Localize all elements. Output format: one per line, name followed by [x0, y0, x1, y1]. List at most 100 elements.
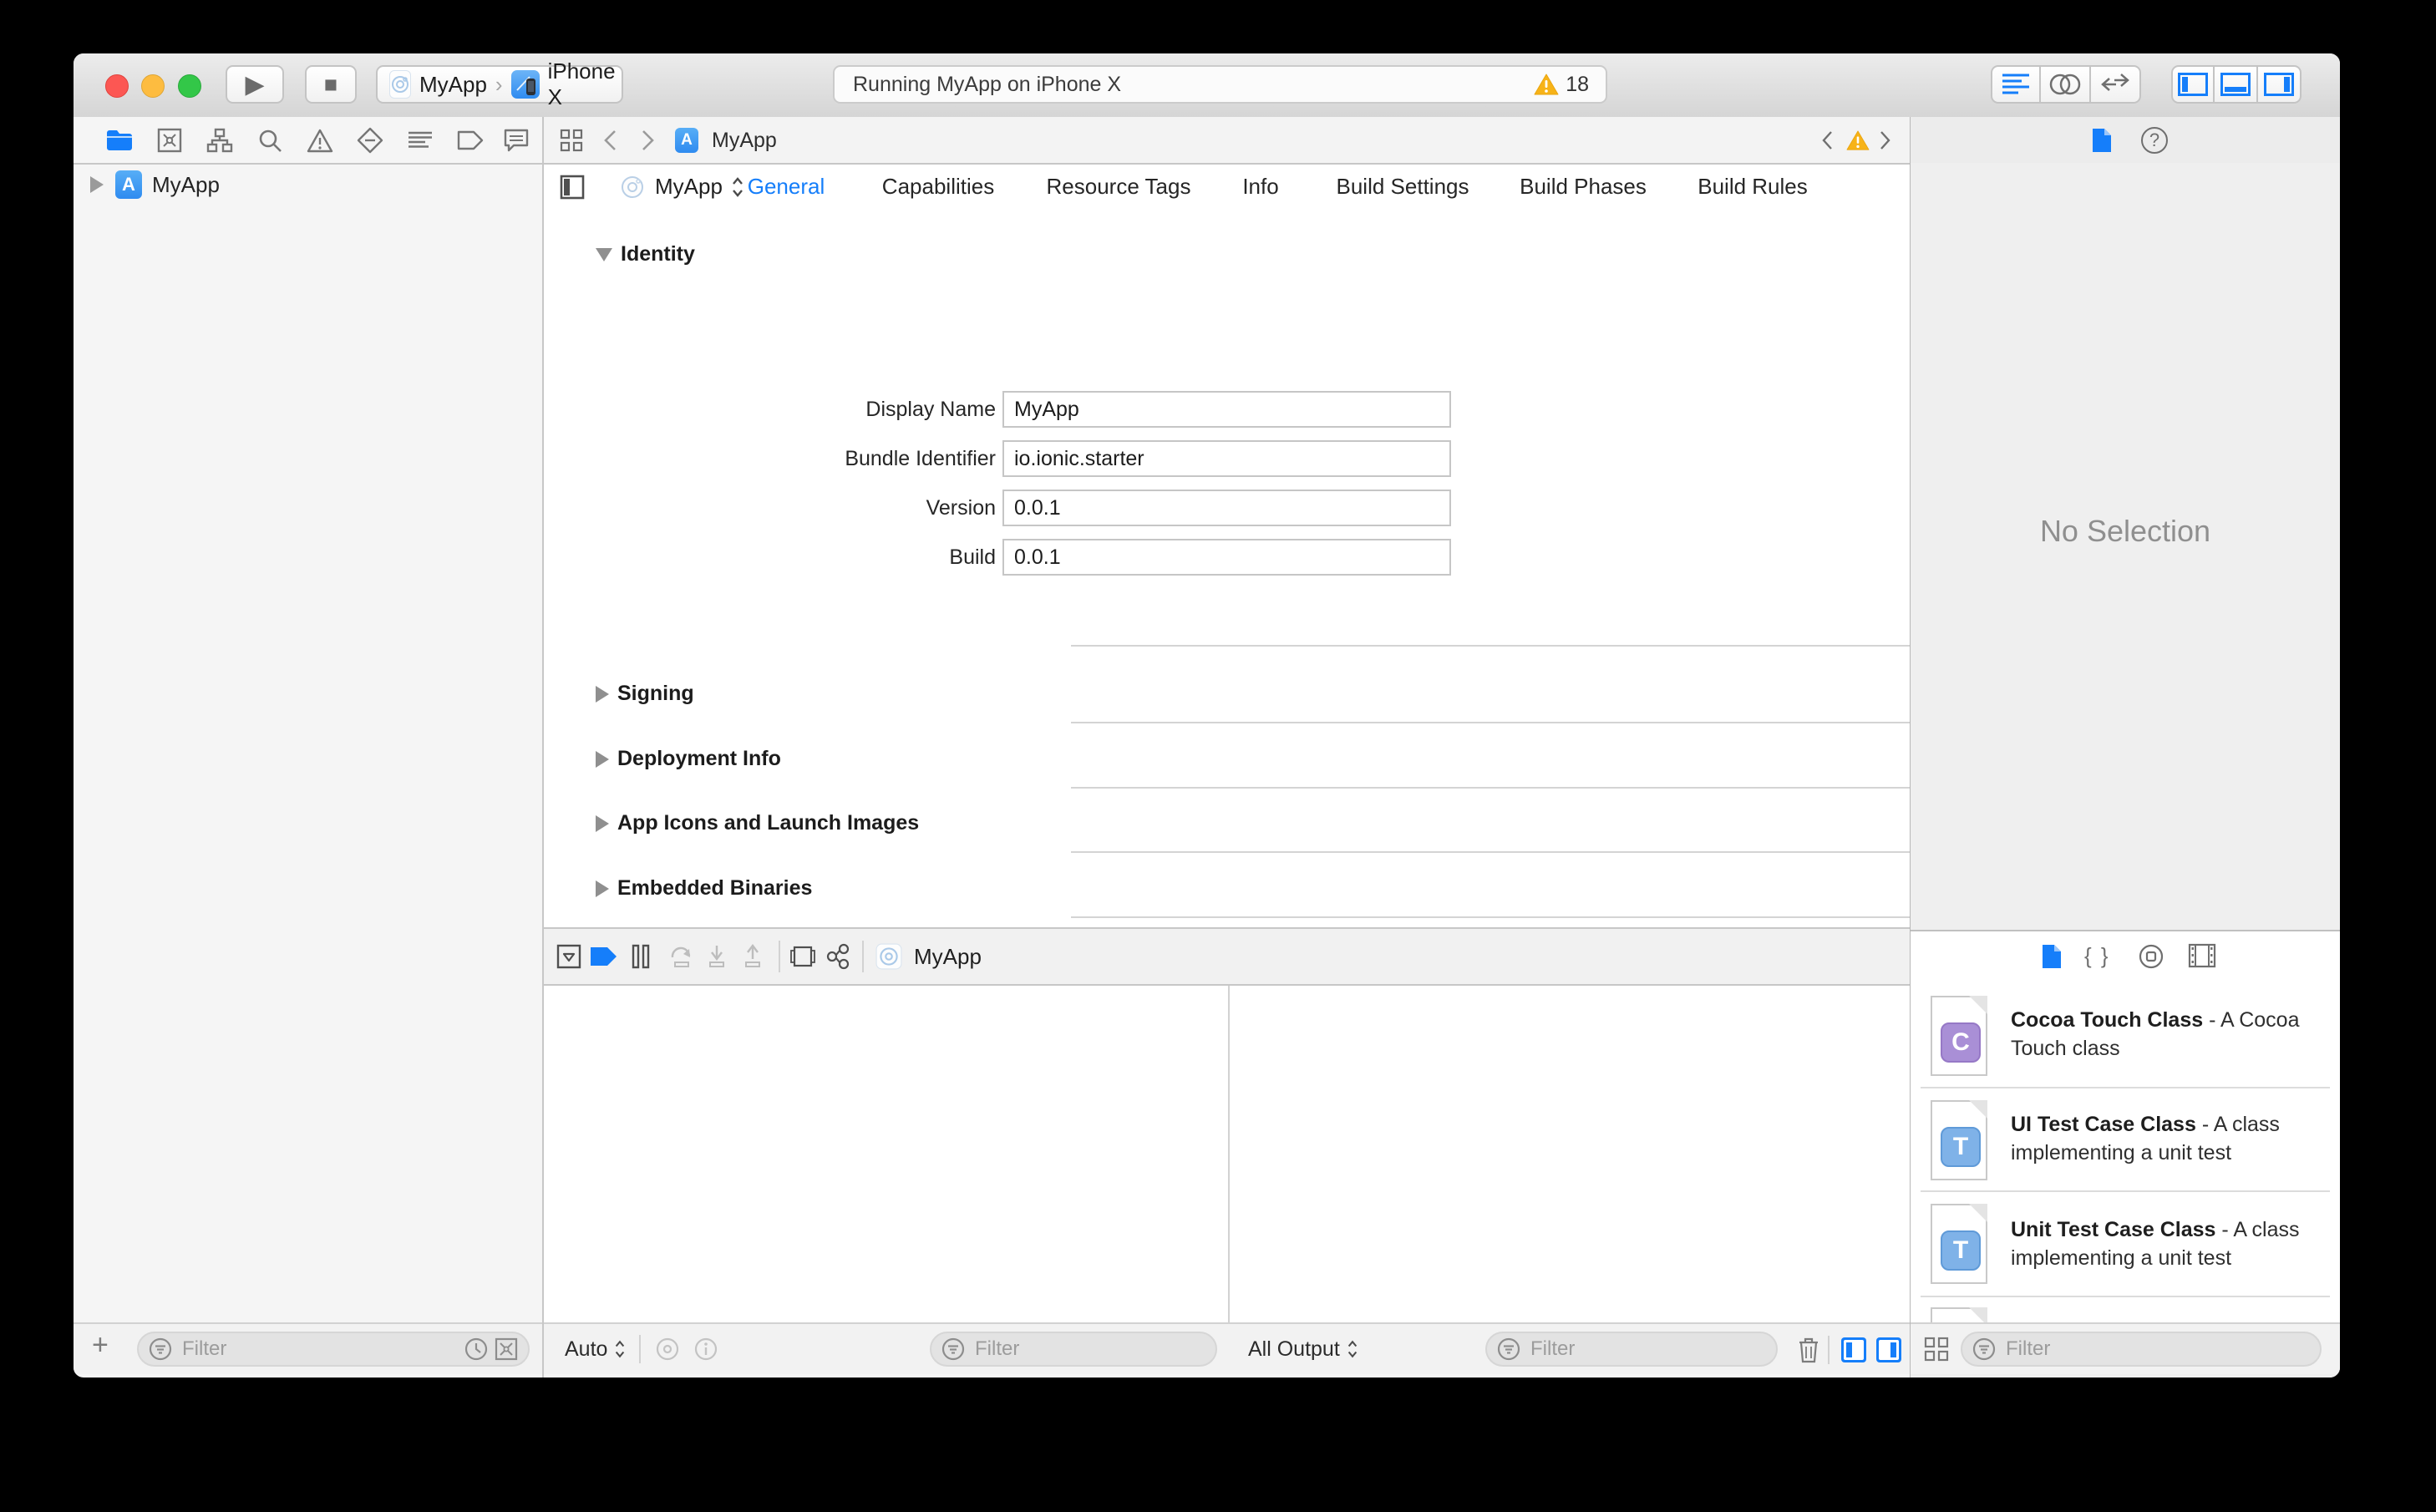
debug-bar: MyApp	[543, 929, 1911, 984]
tab-info[interactable]: Info	[1242, 165, 1278, 209]
identity-section-header[interactable]: Identity	[596, 242, 695, 266]
tab-general[interactable]: General	[748, 165, 825, 209]
project-navigator-row[interactable]: A MyApp	[74, 168, 543, 201]
deployment-info-section-header[interactable]: Deployment Info	[596, 747, 781, 771]
tab-build-phases[interactable]: Build Phases	[1520, 165, 1647, 209]
field-label: Bundle Identifier	[845, 447, 996, 470]
file-inspector-tab[interactable]	[2091, 127, 2113, 154]
issue-warning-badge[interactable]	[1846, 124, 1870, 157]
source-control-navigator-tab[interactable]	[155, 125, 185, 155]
object-library-tab[interactable]	[2138, 943, 2164, 970]
disclosure-closed-icon[interactable]	[596, 880, 609, 897]
variables-scope-selector[interactable]: Auto	[565, 1337, 626, 1362]
library-bottom-bar	[1911, 1322, 2340, 1374]
run-button[interactable]: ▶	[226, 65, 284, 104]
warning-badge[interactable]: 18	[1534, 73, 1589, 97]
file-template-library-tab[interactable]	[2041, 943, 2063, 970]
library-filter-input[interactable]	[2004, 1337, 2310, 1362]
project-navigator-tab[interactable]	[104, 125, 134, 155]
disclosure-closed-icon[interactable]	[596, 685, 609, 703]
tab-build-rules[interactable]: Build Rules	[1698, 165, 1808, 209]
version-input[interactable]	[1002, 490, 1451, 526]
step-out-button[interactable]	[742, 939, 764, 974]
report-navigator-tab[interactable]	[501, 125, 531, 155]
library-grid-view-button[interactable]	[1924, 1337, 1949, 1362]
variables-filter-field[interactable]	[930, 1332, 1217, 1367]
disclosure-closed-icon[interactable]	[596, 814, 609, 832]
tab-build-settings[interactable]: Build Settings	[1337, 165, 1469, 209]
app-icons-section-header[interactable]: App Icons and Launch Images	[596, 811, 919, 835]
go-back-button[interactable]	[603, 124, 617, 157]
console-view[interactable]	[1230, 986, 1911, 1322]
show-variables-view-button[interactable]	[1840, 1336, 1868, 1364]
disclosure-triangle-icon[interactable]	[90, 176, 104, 193]
step-over-button[interactable]	[668, 939, 695, 974]
navigator-filter-field[interactable]	[137, 1332, 530, 1367]
memory-graph-button[interactable]	[825, 939, 852, 974]
breakpoint-navigator-tab[interactable]	[455, 125, 485, 155]
debug-process-name[interactable]: MyApp	[914, 939, 982, 974]
symbol-navigator-tab[interactable]	[205, 125, 235, 155]
toggle-inspector-button[interactable]	[2258, 65, 2302, 104]
previous-issue-button[interactable]	[1821, 124, 1833, 157]
tab-resource-tags[interactable]: Resource Tags	[1047, 165, 1191, 209]
filter-icon	[1497, 1337, 1520, 1361]
show-console-button[interactable]	[1875, 1336, 1903, 1364]
test-navigator-tab[interactable]	[355, 125, 385, 155]
related-items-icon[interactable]	[560, 124, 583, 157]
console-scope-selector[interactable]: All Output	[1248, 1337, 1358, 1362]
filter-icon	[1972, 1337, 1996, 1361]
standard-editor-button[interactable]	[1991, 65, 2041, 104]
toggle-navigator-button[interactable]	[2171, 65, 2215, 104]
jumpbar-file-name[interactable]: MyApp	[712, 124, 777, 157]
source-control-status-icon[interactable]	[495, 1337, 518, 1361]
find-navigator-tab[interactable]	[255, 125, 285, 155]
issue-navigator-tab[interactable]	[305, 125, 335, 155]
bundle-identifier-input[interactable]	[1002, 440, 1451, 477]
close-window-button[interactable]	[105, 74, 129, 98]
console-filter-input[interactable]	[1529, 1337, 1766, 1362]
stop-button[interactable]: ■	[305, 65, 357, 104]
chevron-up-down-icon[interactable]	[731, 176, 744, 198]
debug-navigator-tab[interactable]	[405, 125, 435, 155]
breakpoints-toggle-button[interactable]	[589, 939, 617, 974]
library-filter-field[interactable]	[1961, 1332, 2322, 1367]
minimize-window-button[interactable]	[141, 74, 165, 98]
add-button[interactable]: +	[92, 1329, 109, 1362]
view-ui-hierarchy-button[interactable]	[790, 939, 815, 974]
step-into-button[interactable]	[706, 939, 728, 974]
navigator-filter-input[interactable]	[180, 1337, 464, 1362]
build-input[interactable]	[1002, 539, 1451, 576]
signing-section-header[interactable]: Signing	[596, 682, 694, 706]
variables-view[interactable]	[543, 986, 1228, 1322]
navigator-splitter[interactable]	[542, 117, 544, 1378]
media-library-tab[interactable]	[2188, 943, 2216, 968]
project-editor-header: MyApp General Capabilities Resource Tags…	[543, 165, 1911, 209]
disclosure-closed-icon[interactable]	[596, 750, 609, 768]
clear-console-button[interactable]	[1796, 1336, 1821, 1364]
disclosure-open-icon[interactable]	[596, 247, 612, 261]
target-selector[interactable]: MyApp	[655, 174, 723, 200]
scheme-name: MyApp	[419, 71, 487, 97]
toggle-debug-area-button[interactable]	[2215, 65, 2258, 104]
display-name-input[interactable]	[1002, 391, 1451, 428]
next-issue-button[interactable]	[1880, 124, 1891, 157]
recent-files-clock-icon[interactable]	[464, 1337, 488, 1361]
print-description-icon[interactable]	[693, 1336, 719, 1362]
variables-filter-input[interactable]	[973, 1337, 1205, 1362]
console-filter-field[interactable]	[1485, 1332, 1778, 1367]
version-editor-button[interactable]	[2091, 65, 2141, 104]
embedded-binaries-section-header[interactable]: Embedded Binaries	[596, 876, 812, 901]
help-inspector-tab[interactable]: ?	[2141, 127, 2168, 154]
go-forward-button[interactable]	[642, 124, 655, 157]
assistant-editor-button[interactable]	[2041, 65, 2091, 104]
code-snippet-library-tab[interactable]: { }	[2084, 943, 2110, 969]
file-template-doc-icon: T	[1931, 1204, 1987, 1284]
zoom-window-button[interactable]	[178, 74, 201, 98]
pause-execution-button[interactable]	[632, 939, 650, 974]
scheme-selector[interactable]: MyApp › iPhone X	[376, 58, 623, 109]
hide-debug-area-button[interactable]	[556, 939, 581, 974]
quicklook-icon[interactable]	[654, 1336, 681, 1362]
tab-capabilities[interactable]: Capabilities	[882, 165, 994, 209]
project-sidebar-toggle[interactable]	[560, 175, 585, 200]
